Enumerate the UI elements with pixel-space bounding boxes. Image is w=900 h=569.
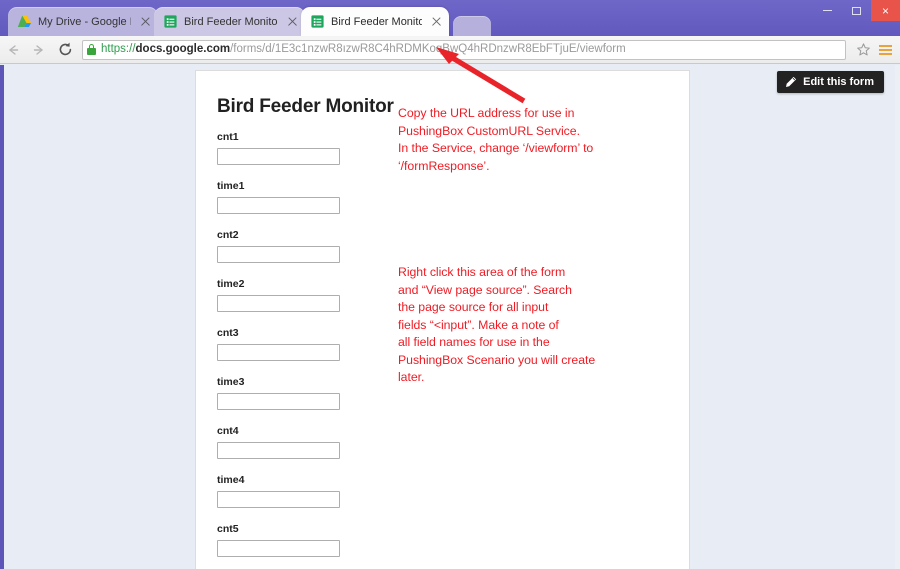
browser-toolbar: https://docs.google.com/forms/d/1E3c1nzw…: [0, 36, 900, 64]
google-form-card: Bird Feeder Monitor cnt1 time1 cnt2 time…: [195, 70, 690, 569]
google-forms-icon: [311, 15, 324, 28]
cnt3-input[interactable]: [217, 344, 340, 361]
new-tab-button[interactable]: [453, 16, 491, 36]
url-scheme: https://: [101, 43, 136, 55]
reload-button[interactable]: [52, 37, 78, 63]
window-left-accent: [0, 65, 4, 569]
form-field-time3: time3: [217, 376, 357, 410]
back-button[interactable]: [0, 37, 26, 63]
field-label: cnt4: [217, 425, 239, 437]
close-icon[interactable]: [139, 15, 152, 28]
url-path: /forms/d/1E3c1nzwR8ızwR8C4hRDMKoqBwQ4hRD…: [230, 43, 626, 55]
cnt2-input[interactable]: [217, 246, 340, 263]
form-field-cnt4: cnt4: [217, 425, 357, 459]
field-label: cnt5: [217, 523, 239, 535]
bookmark-button[interactable]: [852, 39, 874, 61]
field-label: cnt3: [217, 327, 239, 339]
window-controls: ×: [813, 0, 900, 21]
page-scrollbar[interactable]: [895, 65, 900, 569]
form-field-cnt3: cnt3: [217, 327, 357, 361]
tab-title: Bird Feeder Monitor - Goo: [184, 15, 278, 28]
forward-button[interactable]: [26, 37, 52, 63]
edit-this-form-button[interactable]: Edit this form: [777, 71, 884, 93]
forward-arrow-icon: [33, 44, 43, 55]
browser-menu-button[interactable]: [874, 37, 896, 63]
reload-icon: [59, 42, 71, 56]
browser-title-bar: My Drive - Google Drive Bird Feeder Moni…: [0, 0, 900, 36]
address-bar[interactable]: https://docs.google.com/forms/d/1E3c1nzw…: [82, 39, 846, 60]
form-field-time1: time1: [217, 180, 357, 214]
url-host: docs.google.com: [135, 43, 231, 55]
form-title: Bird Feeder Monitor: [217, 96, 394, 117]
field-label: time1: [217, 180, 245, 192]
form-field-time4: time4: [217, 474, 357, 508]
form-field-cnt1: cnt1: [217, 131, 357, 165]
form-field-time2: time2: [217, 278, 357, 312]
browser-window: My Drive - Google Drive Bird Feeder Moni…: [0, 0, 900, 569]
pencil-icon: [786, 76, 797, 87]
google-forms-icon: [164, 15, 177, 28]
annotation-view-source-note: Right click this area of the form and “V…: [398, 265, 596, 384]
secure-lock-icon: [87, 44, 96, 55]
form-fields-list: cnt1 time1 cnt2 time2 cnt3 time3 cnt4 ti…: [217, 131, 357, 569]
edit-this-form-label: Edit this form: [803, 76, 874, 88]
time3-input[interactable]: [217, 393, 340, 410]
browser-tab-bird-feeder-monitor-edit[interactable]: Bird Feeder Monitor - Goo: [154, 7, 305, 36]
url-text: https://docs.google.com/forms/d/1E3c1nzw…: [101, 43, 626, 56]
field-label: cnt1: [217, 131, 239, 143]
maximize-icon: [852, 6, 861, 15]
close-icon[interactable]: [286, 15, 299, 28]
time1-input[interactable]: [217, 197, 340, 214]
hamburger-menu-icon: [878, 44, 892, 47]
time2-input[interactable]: [217, 295, 340, 312]
form-field-cnt5: cnt5: [217, 523, 357, 557]
tab-title: My Drive - Google Drive: [38, 15, 131, 28]
annotation-url-note: Copy the URL address for use in PushingB…: [398, 106, 594, 173]
minimize-button[interactable]: [813, 0, 842, 21]
close-icon: ×: [881, 3, 889, 18]
form-field-cnt2: cnt2: [217, 229, 357, 263]
field-label: time3: [217, 376, 245, 388]
maximize-button[interactable]: [842, 0, 871, 21]
field-label: cnt2: [217, 229, 239, 241]
browser-tab-my-drive[interactable]: My Drive - Google Drive: [8, 7, 158, 36]
page-viewport: Edit this form Bird Feeder Monitor cnt1 …: [0, 65, 900, 569]
close-icon[interactable]: [430, 15, 443, 28]
time4-input[interactable]: [217, 491, 340, 508]
star-icon: [856, 43, 870, 56]
cnt5-input[interactable]: [217, 540, 340, 557]
field-label: time4: [217, 474, 245, 486]
tab-title: Bird Feeder Monitor: [331, 15, 422, 28]
cnt4-input[interactable]: [217, 442, 340, 459]
cnt1-input[interactable]: [217, 148, 340, 165]
close-window-button[interactable]: ×: [871, 0, 900, 21]
minimize-icon: [823, 9, 832, 12]
google-drive-icon: [17, 15, 32, 28]
field-label: time2: [217, 278, 245, 290]
browser-tab-bird-feeder-monitor-view[interactable]: Bird Feeder Monitor: [301, 7, 449, 36]
tab-strip: My Drive - Google Drive Bird Feeder Moni…: [8, 7, 491, 36]
back-arrow-icon: [9, 44, 19, 55]
